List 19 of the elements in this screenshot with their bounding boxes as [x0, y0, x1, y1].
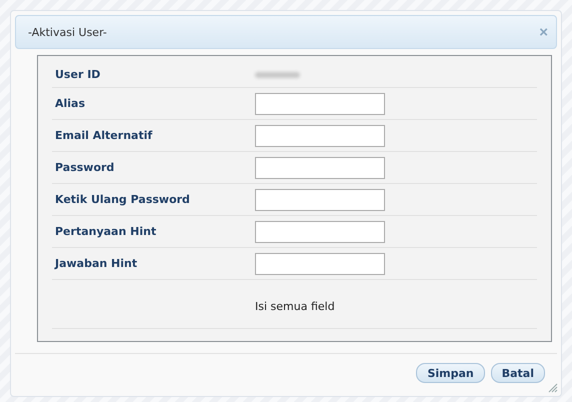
dialog-title: -Aktivasi User-: [28, 26, 107, 38]
redacted-value: [255, 72, 300, 78]
field-label: Jawaban Hint: [53, 257, 138, 270]
field-label: Password: [54, 161, 116, 174]
input-field[interactable]: [255, 188, 385, 210]
field-label: User ID: [54, 68, 102, 81]
field-label: Ketik Ulang Password: [54, 193, 191, 206]
resize-grip-icon: [548, 383, 558, 393]
input-field[interactable]: [255, 92, 385, 114]
field-label: Email Alternatif: [54, 129, 154, 142]
input-field[interactable]: [255, 156, 385, 178]
field-label: Pertanyaan Hint: [54, 225, 158, 238]
input-field[interactable]: [255, 220, 385, 242]
dialog-button[interactable]: Simpan: [416, 363, 485, 383]
input-field[interactable]: [255, 124, 385, 146]
field-label: Alias: [54, 97, 86, 110]
hint-message: Isi semua field: [255, 300, 335, 312]
input-field[interactable]: [255, 252, 385, 274]
dialog-button[interactable]: Batal: [490, 363, 545, 383]
